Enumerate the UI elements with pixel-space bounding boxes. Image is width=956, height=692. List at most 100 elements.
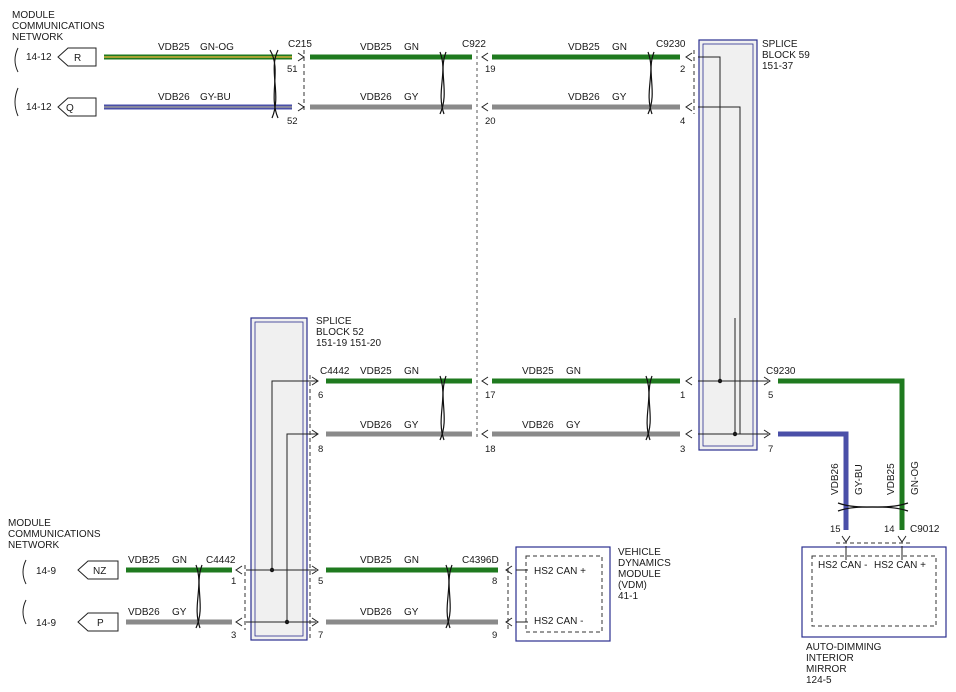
pin-7-bot: 7 [318,630,323,641]
c215-pin52-arrow [297,102,305,112]
wire-label-gy-bot1: GY [172,607,187,618]
wire-label-vdb26-mid2: VDB26 [522,420,554,431]
top-network-title-line3: NETWORK [12,32,63,43]
twist-marker-8b [445,564,453,629]
wire-label-gnog-top: GN-OG [200,42,234,53]
pin-15: 15 [830,524,841,535]
wire-label-gn-mid2: GN [566,366,581,377]
c4442-pin3-arrow [235,617,243,627]
vdm-title-1: VEHICLE [618,547,661,558]
wiring-diagram: MODULE COMMUNICATIONS NETWORK 14-12 14-1… [8,10,947,686]
splice59-title-2: BLOCK 59 [762,50,810,61]
pin-8-bot: 8 [492,576,497,587]
wire-label-vdb26-bot2: VDB26 [360,607,392,618]
wire-label-gn-seg3: GN [612,42,627,53]
pin-1-mid: 1 [680,390,685,401]
connector-c4396d[interactable]: C4396D [462,555,499,566]
top-ref-2: 14-12 [26,102,52,113]
pin-19: 19 [485,64,496,75]
pin-6: 6 [318,390,323,401]
top-network-title-line2: COMMUNICATIONS [12,21,105,32]
tag-p-label: P [97,618,104,629]
splice-block-59 [698,39,758,451]
vdm-title-3: MODULE [618,569,661,580]
connector-c215[interactable]: C215 [288,39,312,50]
splice52-title-2: BLOCK 52 [316,327,364,338]
connector-c922[interactable]: C922 [462,39,486,50]
pin-1-bot: 1 [231,576,236,587]
connector-c9230-right[interactable]: C9230 [766,366,796,377]
tag-r-label: R [74,53,81,64]
splice52-title-3: 151-19 151-20 [316,338,381,349]
vdm-title-2: DYNAMICS [618,558,671,569]
c4396d-pin9-arrow [505,617,513,627]
c4396d-pin8-arrow [505,565,513,575]
pin-5-bot: 5 [318,576,323,587]
tag-q-label: Q [66,103,74,114]
c4442-pin1-arrow [235,565,243,575]
pin-2: 2 [680,64,685,75]
wire-label-gnog-vert: GN-OG [910,461,921,495]
wire-label-vdb26-seg3: VDB26 [568,92,600,103]
wire-label-gy-seg2: GY [404,92,419,103]
c9012-pin14-arrow [897,535,907,543]
vdm-pin-hs2-can-minus: HS2 CAN - [534,616,583,627]
connector-c9012[interactable]: C9012 [910,524,940,535]
wire-label-vdb26-vert: VDB26 [830,463,841,495]
tag-r[interactable]: R [57,47,97,67]
c9230-pin3-arrow [685,429,693,439]
pin-17: 17 [485,390,496,401]
connector-c4442-bottom[interactable]: C4442 [206,555,236,566]
pin-14: 14 [884,524,895,535]
wire-label-gy-bot2: GY [404,607,419,618]
bottom-network-title: MODULE COMMUNICATIONS NETWORK [8,518,101,551]
mirror-title-3: MIRROR [806,664,847,675]
splice59-title-1: SPLICE [762,39,798,50]
bottom-network-brace [22,559,27,625]
mirror-title-2: INTERIOR [806,653,854,664]
wire-label-vdb25-mid1: VDB25 [360,366,392,377]
pin-20: 20 [485,116,496,127]
pin-3-bot: 3 [231,630,236,641]
tag-p[interactable]: P [77,612,119,632]
c9230-pin1-arrow [685,376,693,386]
vdm-pin-hs2-can-plus: HS2 CAN + [534,566,586,577]
pin-3-mid: 3 [680,444,685,455]
mirror-pin-hs2-can-minus: HS2 CAN - [818,560,867,571]
wire-label-vdb25-bot1: VDB25 [128,555,160,566]
pin-5-right: 5 [768,390,773,401]
pin-18: 18 [485,444,496,455]
wire-label-gy-seg3: GY [612,92,627,103]
splice-block-52 [250,317,308,641]
c922-pin19-arrow [481,52,489,62]
wire-label-vdb25-seg2: VDB25 [360,42,392,53]
top-network-title-line1: MODULE [12,10,55,21]
bottom-network-title-line3: NETWORK [8,540,59,551]
wire-label-vdb26-top: VDB26 [158,92,190,103]
pin-4: 4 [680,116,685,127]
wire-label-gn-bot2: GN [404,555,419,566]
connector-c9230-top[interactable]: C9230 [656,39,686,50]
wire-label-gybu-vert: GY-BU [854,464,865,495]
wire-label-gy-mid1: GY [404,420,419,431]
tag-nz[interactable]: NZ [77,560,119,580]
twist-marker-7b [195,564,203,629]
tag-q[interactable]: Q [57,97,97,117]
vdm-title-5: 41-1 [618,591,638,602]
c922-pin20-arrow [481,102,489,112]
c9012-pin15-arrow [841,535,851,543]
splice52-title-1: SPLICE [316,316,352,327]
twist-marker-5b [645,375,653,441]
wire-label-vdb26-mid1: VDB26 [360,420,392,431]
top-network-title: MODULE COMMUNICATIONS NETWORK [12,10,105,43]
wire-label-gn-mid1: GN [404,366,419,377]
mirror-pin-hs2-can-plus: HS2 CAN + [874,560,926,571]
bottom-ref-2: 14-9 [36,618,56,629]
wire-label-vdb26-seg2: VDB26 [360,92,392,103]
mirror-title-4: 124-5 [806,675,832,686]
wire-label-gn-seg2: GN [404,42,419,53]
connector-c4442-mid[interactable]: C4442 [320,366,350,377]
top-ref-1: 14-12 [26,52,52,63]
pin-8: 8 [318,444,323,455]
wire-label-vdb25-top: VDB25 [158,42,190,53]
